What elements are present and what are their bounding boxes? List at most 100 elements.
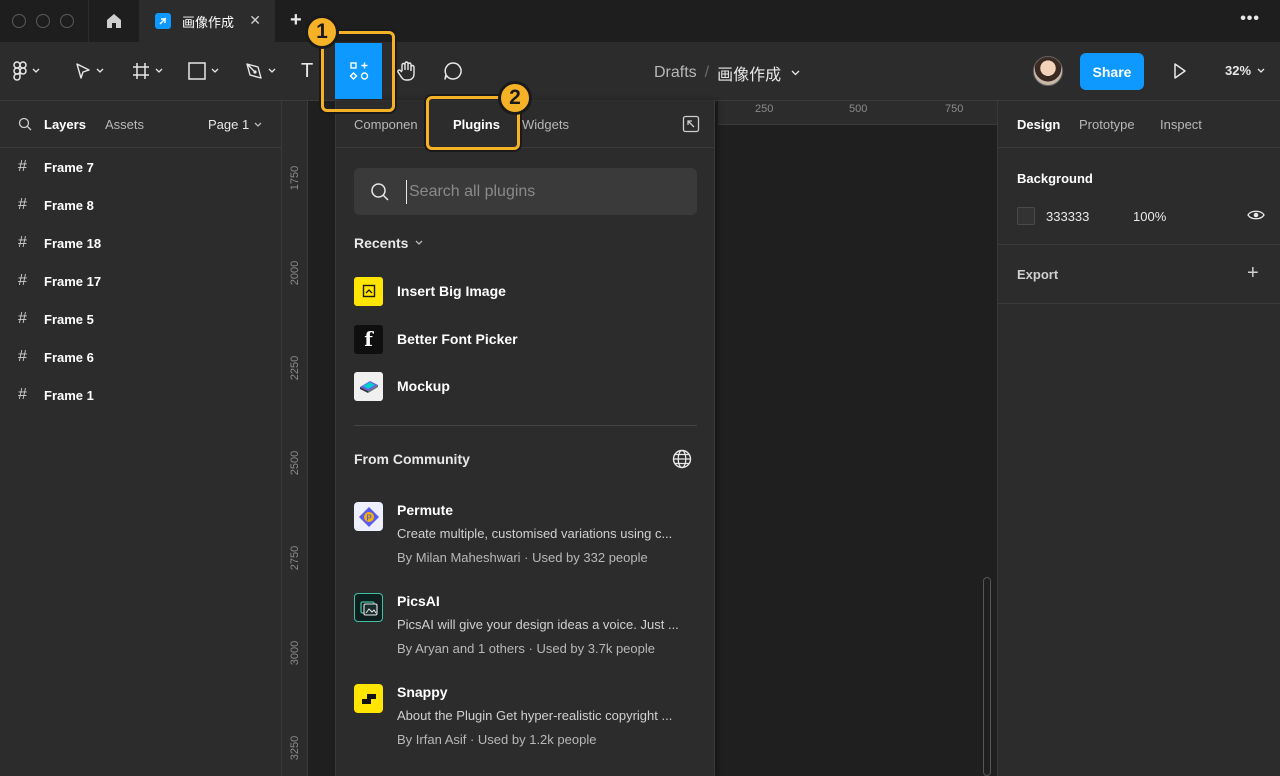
layer-item[interactable]: # Frame 1 [0,376,282,414]
layer-item[interactable]: # Frame 17 [0,262,282,300]
shape-tool-button[interactable] [187,59,219,83]
tab-divider [88,0,89,42]
recent-plugin-item[interactable]: Insert Big Image [354,276,506,306]
frame-icon: # [18,310,27,327]
window-minimize-button[interactable] [36,14,50,28]
step-marker-2: 2 [498,81,532,115]
canvas-scrollbar[interactable] [983,577,991,776]
hand-tool-button[interactable] [396,59,418,83]
ruler-tick: 1750 [289,165,301,191]
avatar[interactable] [1033,56,1063,86]
tab-widgets[interactable]: Widgets [522,117,569,132]
permute-icon: P [354,502,383,531]
file-tab-title: 画像作成 [182,14,235,30]
background-color-swatch[interactable] [1017,207,1035,225]
comment-tool-button[interactable] [442,59,464,83]
layer-name: Frame 17 [44,273,102,289]
layer-item[interactable]: # Frame 5 [0,300,282,338]
pop-out-icon[interactable] [682,115,700,133]
search-icon [371,183,389,201]
ruler-tick: 2250 [289,355,301,381]
chevron-down-icon[interactable] [791,70,800,76]
community-plugin-item[interactable]: Snappy About the Plugin Get hyper-realis… [354,684,699,754]
tab-assets[interactable]: Assets [105,117,144,132]
text-tool-button[interactable]: T [301,59,313,83]
plugin-author-stats: By Milan Maheshwari · Used by 332 people [397,550,648,565]
layer-item[interactable]: # Frame 18 [0,224,282,262]
plugin-name: Permute [397,502,454,518]
recent-plugin-item[interactable]: f Better Font Picker [354,324,518,354]
layer-item[interactable]: # Frame 8 [0,186,282,224]
community-title: From Community [354,451,470,467]
home-tab[interactable] [90,0,138,42]
recent-plugin-item[interactable]: Mockup [354,371,450,401]
svg-text:P: P [366,513,372,522]
plugin-author-stats: By Irfan Asif · Used by 1.2k people [397,732,597,747]
plugin-name: Mockup [397,378,450,394]
eye-icon[interactable] [1247,209,1265,221]
layer-name: Frame 8 [44,197,94,213]
plugin-name: Better Font Picker [397,331,518,347]
figma-logo-icon [13,61,27,81]
close-tab-icon[interactable]: ✕ [249,12,261,29]
frame-icon: # [18,158,27,175]
section-divider [354,425,697,426]
export-section: Export + [998,245,1280,304]
main-menu-button[interactable] [12,59,40,83]
ruler-tick: 2500 [289,450,301,476]
rectangle-icon [188,62,206,80]
better-font-picker-icon: f [354,324,383,354]
share-button[interactable]: Share [1080,53,1144,90]
layers-panel-tabs: Layers Assets Page 1 [0,101,281,148]
new-tab-button[interactable]: + [290,9,302,32]
chevron-down-icon [268,68,276,73]
add-export-button[interactable]: + [1247,262,1259,285]
tab-design[interactable]: Design [1017,117,1060,132]
background-hex-input[interactable]: 333333 [1046,209,1089,224]
layer-name: Frame 18 [44,235,102,251]
tab-inspect[interactable]: Inspect [1160,117,1202,132]
properties-panel: Design Prototype Inspect Background 3333… [997,101,1280,776]
window-zoom-button[interactable] [60,14,74,28]
tab-prototype[interactable]: Prototype [1079,117,1135,132]
tab-components[interactable]: Componen [354,117,418,132]
file-title[interactable]: 画像作成 [717,61,781,85]
chevron-down-icon [211,68,219,73]
tab-layers[interactable]: Layers [44,117,86,132]
ruler-tick: 250 [755,103,774,115]
recents-header[interactable]: Recents [354,235,423,251]
zoom-level: 32% [1225,63,1252,78]
plugin-name: Insert Big Image [397,283,506,299]
background-opacity-input[interactable]: 100% [1133,209,1166,224]
breadcrumb-drafts[interactable]: Drafts [654,64,697,82]
pen-icon [246,63,262,79]
title-bar: 画像作成 ✕ + ••• [0,0,1280,42]
layer-item[interactable]: # Frame 7 [0,148,282,186]
page-selector[interactable]: Page 1 [208,117,262,132]
zoom-menu[interactable]: 32% [1225,63,1265,78]
plugin-search-input[interactable] [406,180,676,204]
present-button[interactable] [1172,62,1188,85]
more-options-icon[interactable]: ••• [1240,10,1260,28]
layer-item[interactable]: # Frame 6 [0,338,282,376]
plugin-search[interactable] [354,168,697,215]
frame-icon: # [18,272,27,289]
globe-icon[interactable] [672,449,692,469]
plugin-description: About the Plugin Get hyper-realistic cop… [397,708,673,723]
community-plugin-item[interactable]: P Permute Create multiple, customised va… [354,502,699,572]
plugin-author-stats: By Aryan and 1 others · Used by 3.7k peo… [397,641,655,656]
page-selector-label: Page 1 [208,117,250,132]
search-icon[interactable] [18,117,32,131]
ruler-tick: 2000 [289,260,301,286]
file-tab[interactable]: 画像作成 ✕ [139,0,275,42]
frame-tool-button[interactable] [131,59,163,83]
background-section: Background 333333 100% [998,149,1280,245]
move-tool-button[interactable] [74,59,104,83]
cursor-icon [76,63,90,79]
window-close-button[interactable] [12,14,26,28]
step-marker-1: 1 [305,15,339,49]
pen-tool-button[interactable] [244,59,276,83]
properties-tabs: Design Prototype Inspect [998,101,1280,148]
community-plugin-item[interactable]: PicsAI PicsAI will give your design idea… [354,593,699,663]
layer-name: Frame 1 [44,387,94,403]
